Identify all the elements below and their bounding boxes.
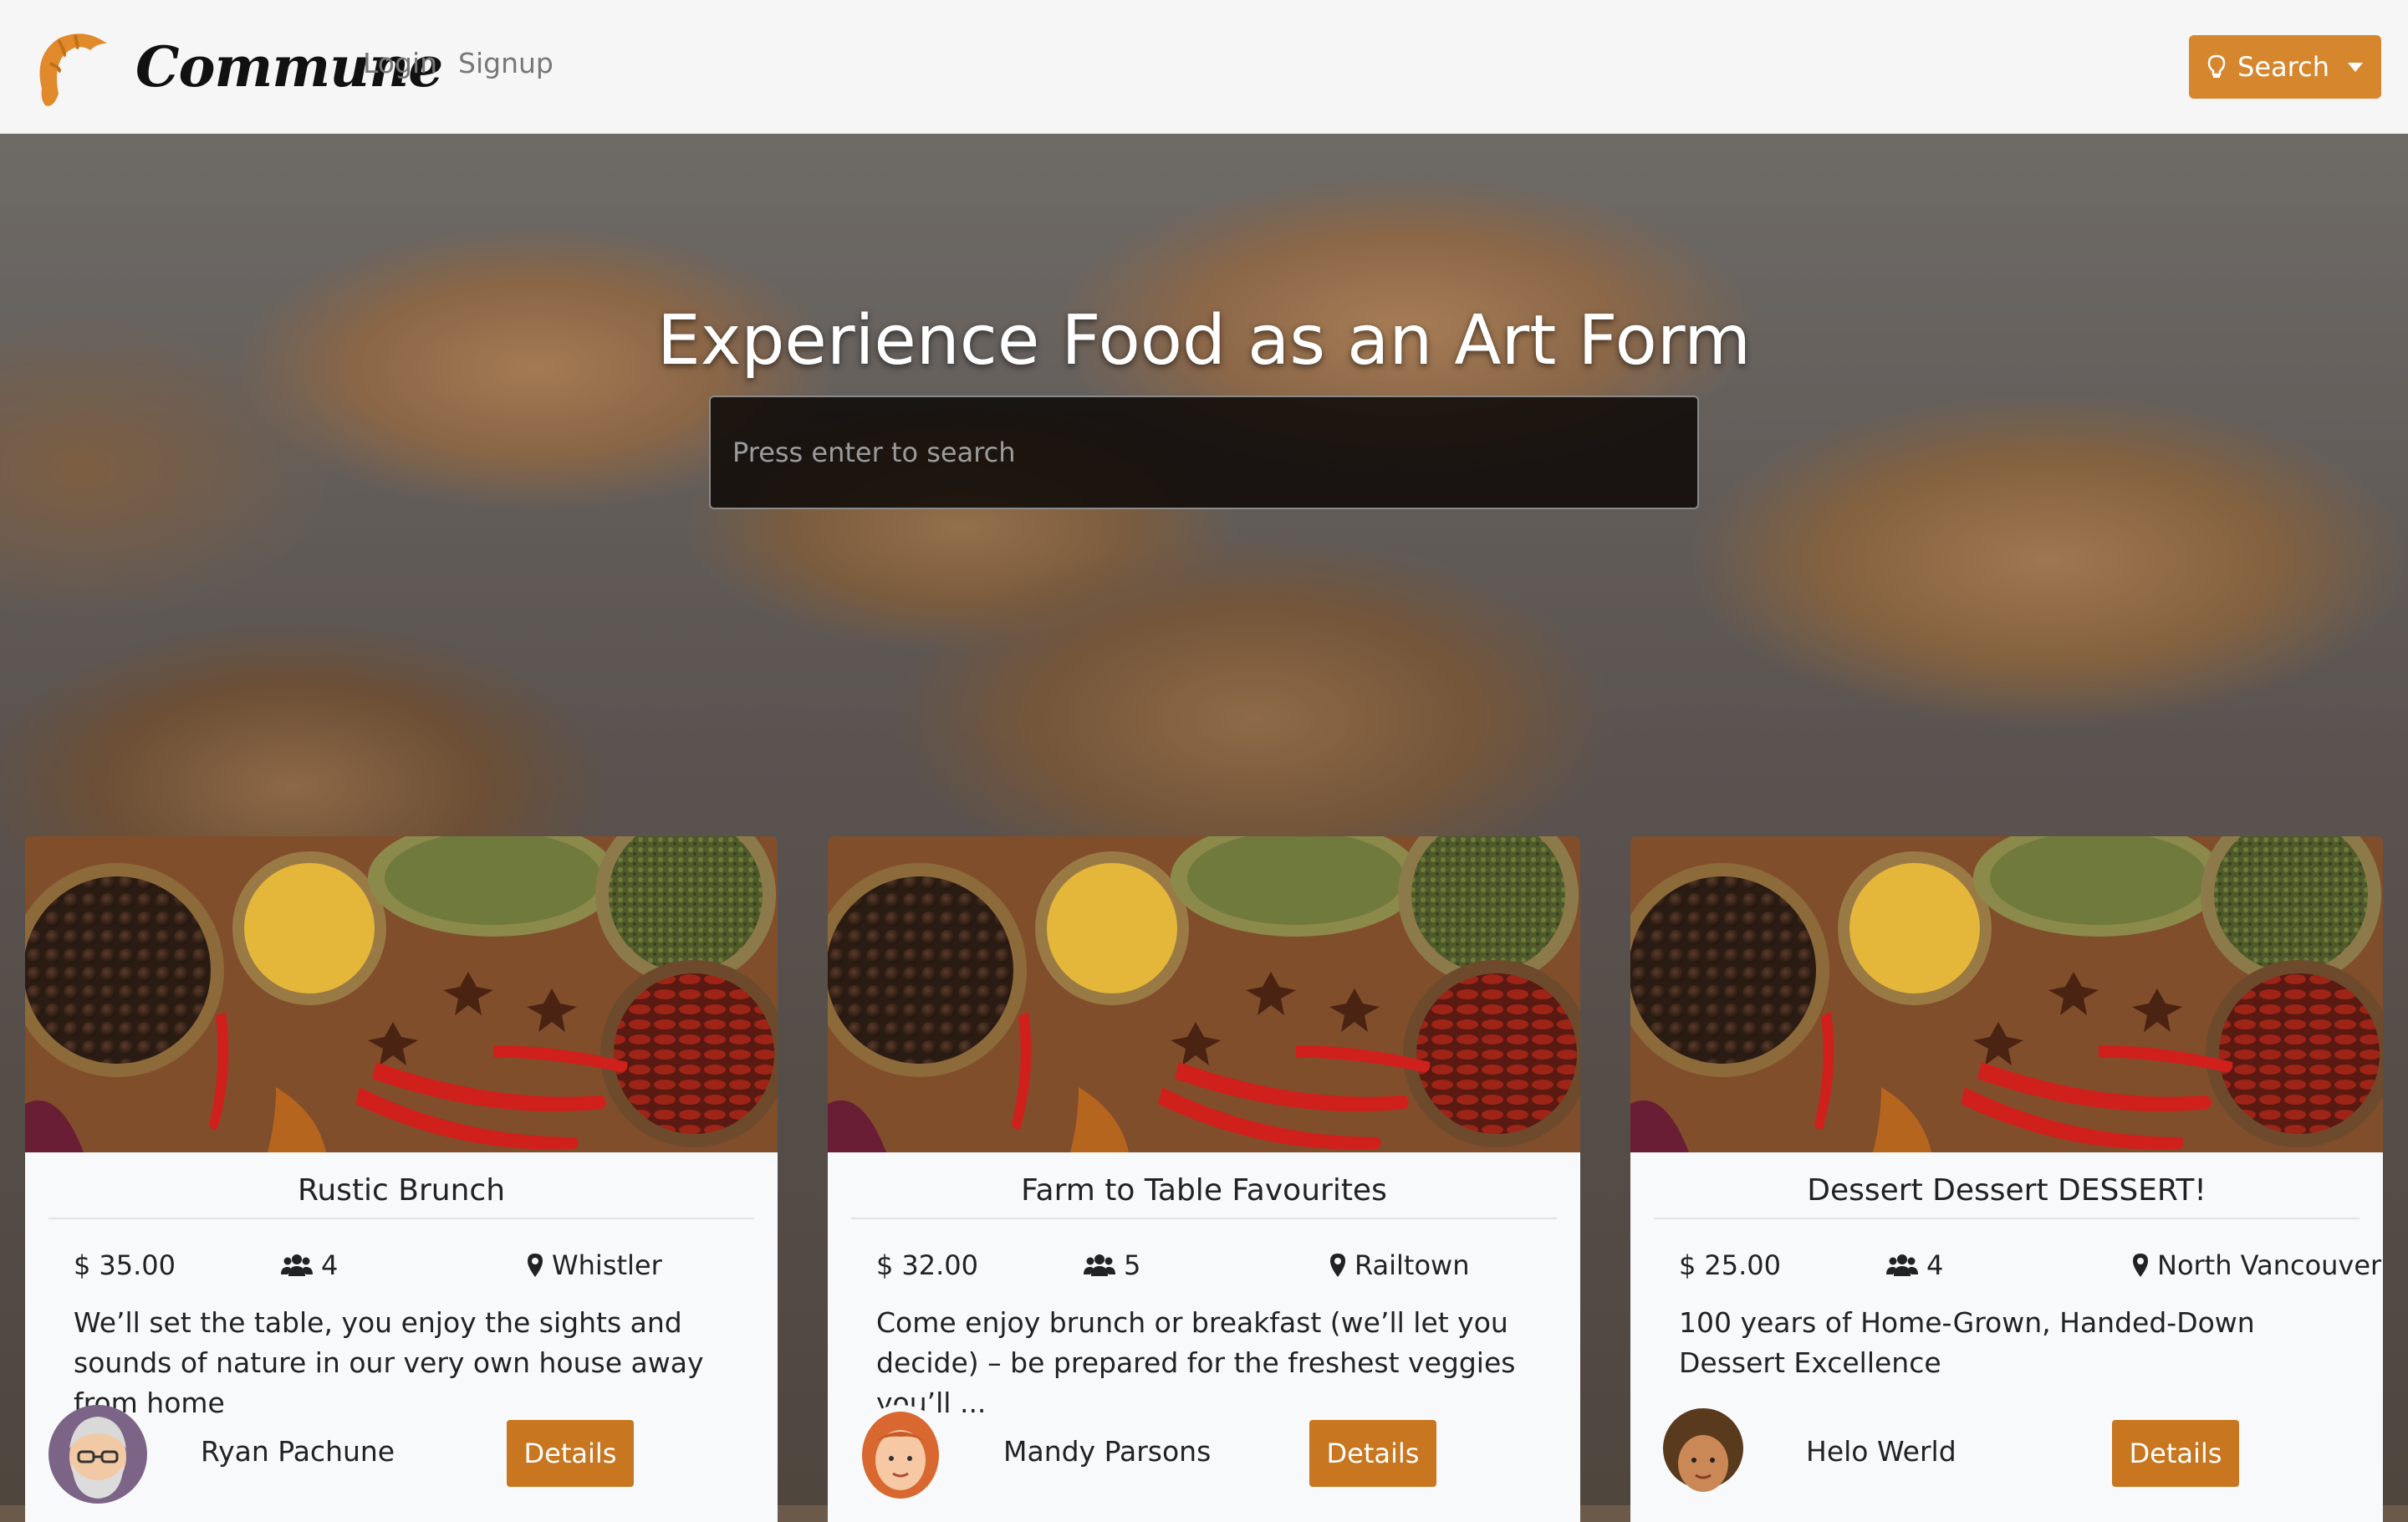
card-title: Farm to Table Favourites [851,1152,1557,1219]
chevron-down-icon [2347,62,2363,72]
users-icon [1084,1254,1115,1276]
price-stat: $ 35.00 [74,1249,176,1281]
location-value: North Vancouver [2157,1249,2382,1281]
location-value: Railtown [1354,1249,1470,1281]
location-value: Whistler [552,1249,662,1281]
card-title: Dessert Dessert DESSERT! [1654,1152,2360,1219]
card-description: We’ll set the table, you enjoy the sight… [74,1306,704,1419]
search-input[interactable] [709,396,1699,509]
host-name: Helo Werld [1806,1435,1956,1468]
search-button-label: Search [2237,51,2329,83]
map-marker-icon [1330,1254,1345,1277]
guests-stat: 4 [1886,1249,1943,1281]
login-link[interactable]: Login [363,47,437,79]
location-stat: Whistler [527,1249,662,1281]
dollar-icon: $ [74,1249,91,1281]
experience-card: Rustic Brunch $ 35.00 4 Whistler We’ll s… [25,836,778,1522]
map-marker-icon [528,1254,543,1277]
top-navbar: Commune Login Signup Search [0,0,2408,134]
card-description: Come enjoy brunch or breakfast (we’ll le… [876,1306,1516,1419]
host-name: Ryan Pachune [201,1435,395,1468]
card-description: 100 years of Home-Grown, Handed-Down Des… [1679,1306,2255,1379]
card-stats: $ 32.00 5 Railtown [828,1219,1580,1303]
guests-stat: 4 [281,1249,338,1281]
host-name: Mandy Parsons [1003,1435,1212,1468]
guests-value: 5 [1124,1249,1141,1281]
details-button[interactable]: Details [507,1420,634,1487]
dollar-icon: $ [1679,1249,1696,1281]
card-stats: $ 35.00 4 Whistler [25,1219,778,1303]
location-stat: Railtown [1329,1249,1470,1281]
price-value: 32.00 [901,1249,978,1281]
spices-image [828,836,1580,1152]
host-avatar [1654,1405,1752,1504]
price-value: 35.00 [99,1249,176,1281]
details-button[interactable]: Details [1309,1420,1436,1487]
hero-title: Experience Food as an Art Form [657,301,1751,380]
signup-link[interactable]: Signup [458,47,554,79]
card-title: Rustic Brunch [48,1152,754,1219]
price-value: 25.00 [1704,1249,1781,1281]
location-stat: North Vancouver [2132,1249,2381,1281]
details-button[interactable]: Details [2112,1420,2239,1487]
guests-value: 4 [1926,1249,1944,1281]
users-icon [281,1254,313,1276]
spices-image [25,836,778,1152]
search-dropdown-button[interactable]: Search [2189,35,2381,99]
host-avatar [48,1405,147,1504]
map-marker-icon [2133,1254,2148,1277]
dollar-icon: $ [876,1249,894,1281]
guests-stat: 5 [1084,1249,1140,1281]
price-stat: $ 25.00 [1679,1249,1781,1281]
guests-value: 4 [321,1249,339,1281]
host-avatar [851,1405,950,1504]
host-row: Mandy Parsons Details [828,1395,1580,1512]
experience-card: Farm to Table Favourites $ 32.00 5 Railt… [828,836,1580,1522]
card-stats: $ 25.00 4 North Vancouver [1630,1219,2383,1303]
croissant-logo-icon [39,33,107,106]
host-row: Helo Werld Details [1630,1395,2383,1512]
spices-image [1630,836,2383,1152]
host-row: Ryan Pachune Details [25,1395,778,1512]
price-stat: $ 32.00 [876,1249,978,1281]
lightbulb-icon [2207,54,2226,78]
users-icon [1886,1254,1918,1276]
experience-card: Dessert Dessert DESSERT! $ 25.00 4 North… [1630,836,2383,1522]
